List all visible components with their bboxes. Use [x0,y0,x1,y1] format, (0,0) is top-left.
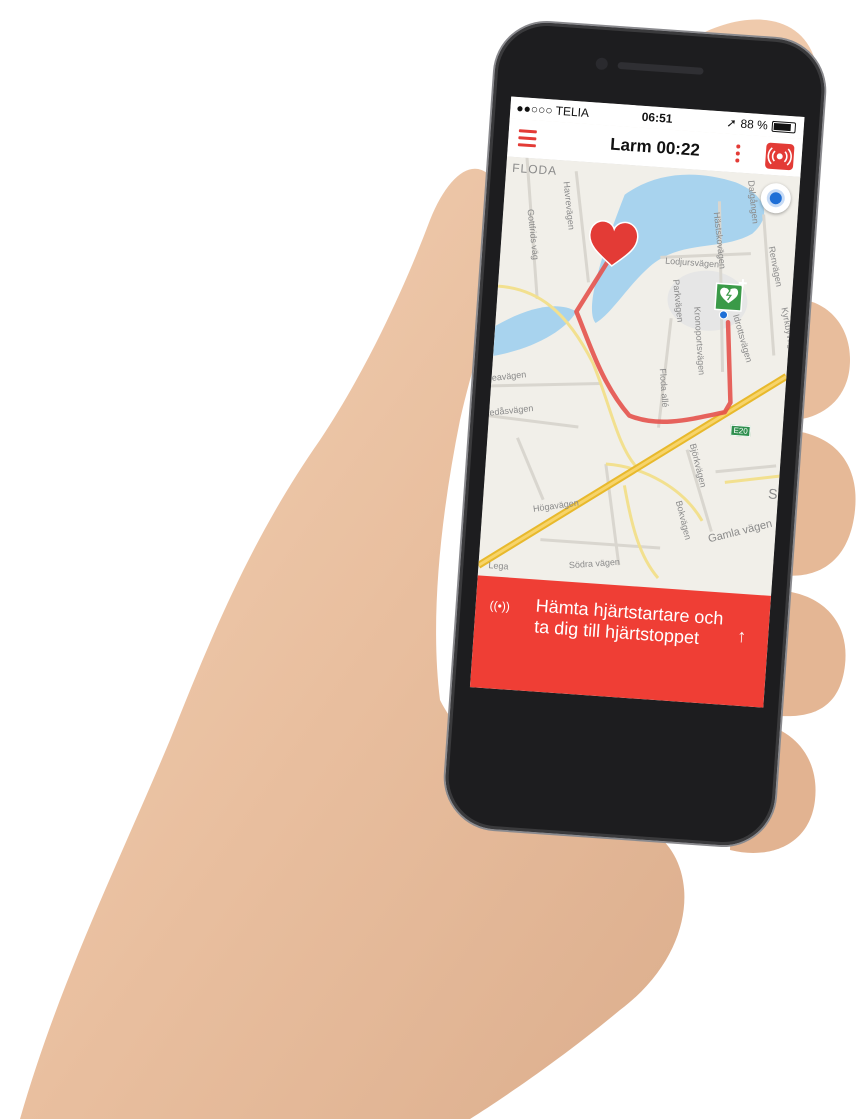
thumb-overlay [0,0,862,1119]
